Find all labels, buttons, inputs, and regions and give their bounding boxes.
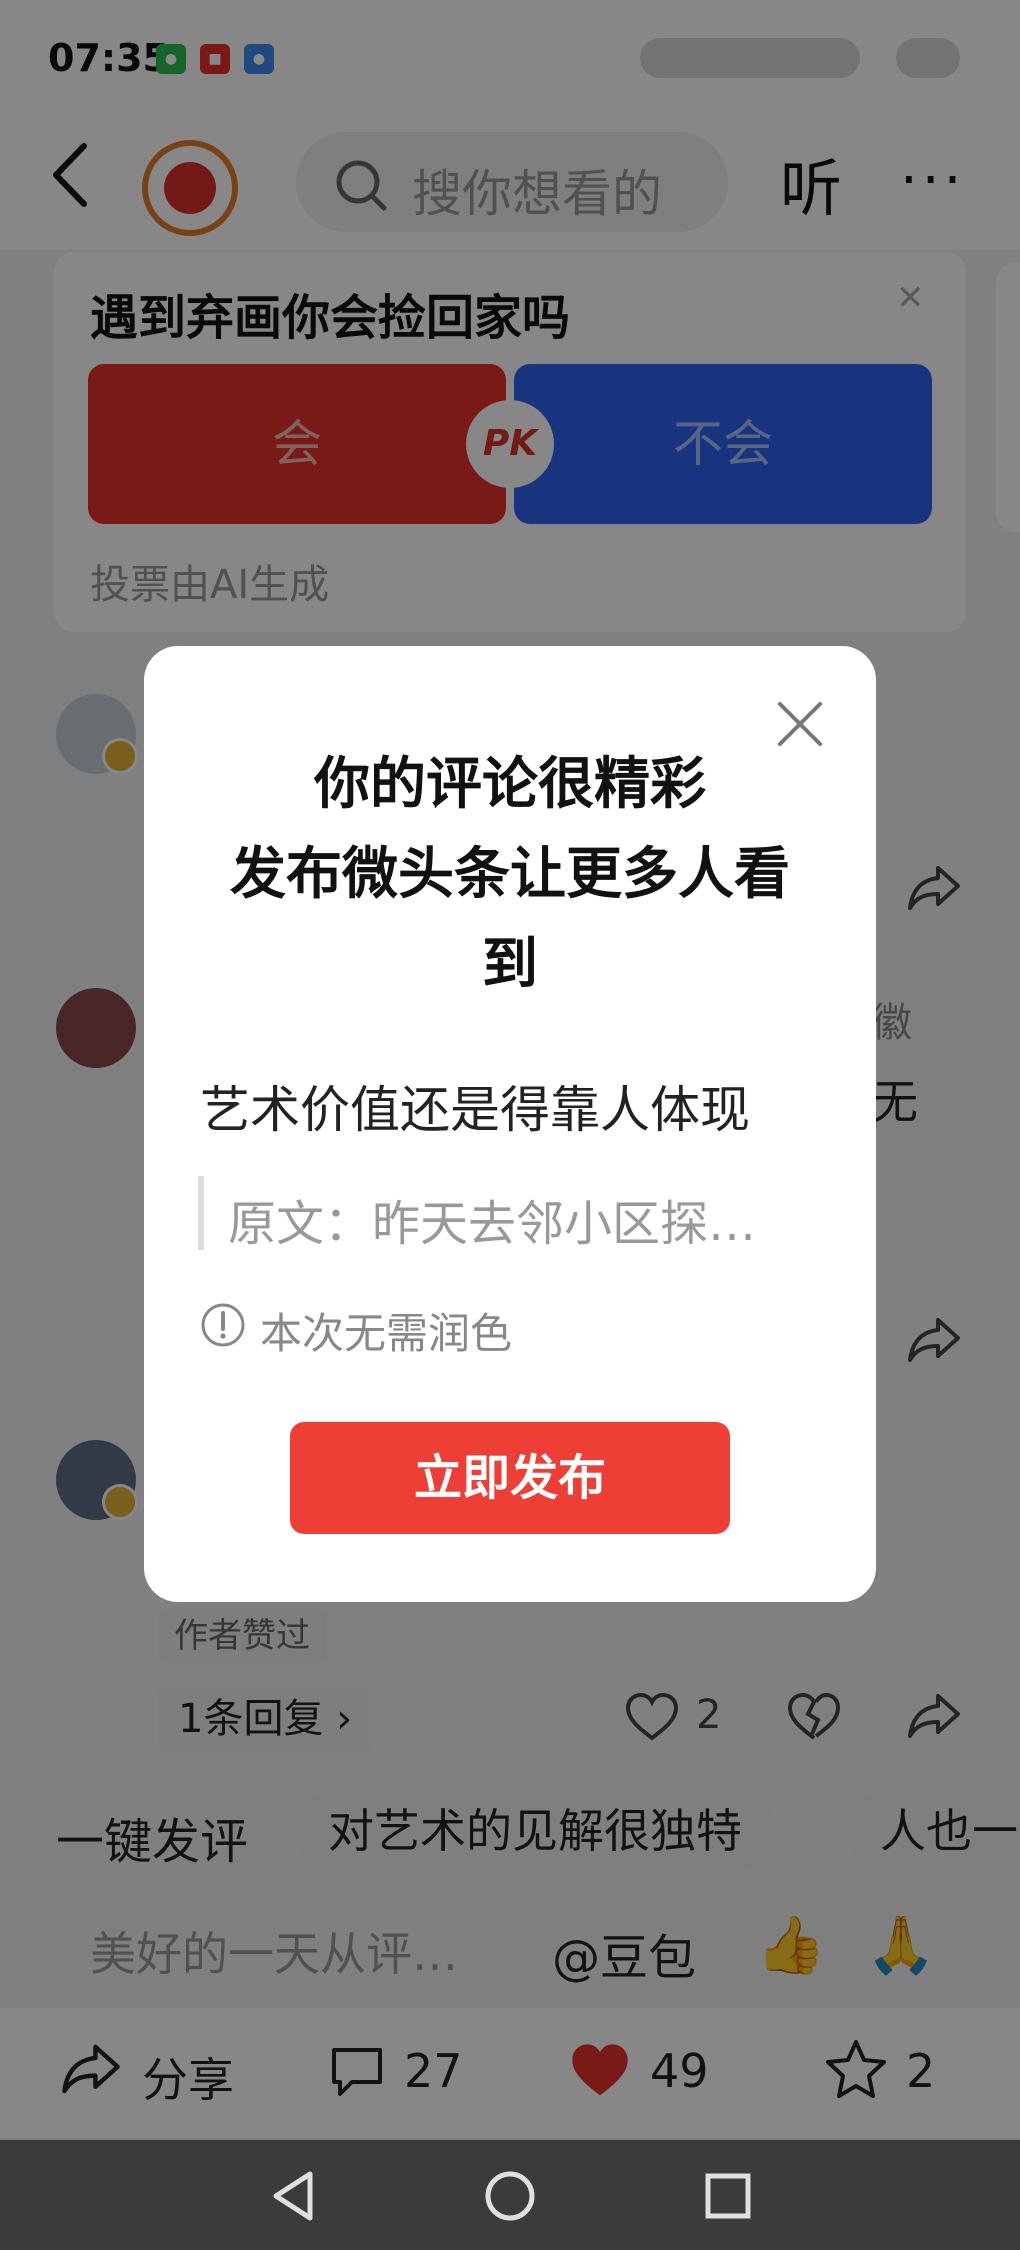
dialog-title: 你的评论很精彩 发布微头条让更多人看 到 <box>230 752 790 997</box>
nav-back-icon[interactable] <box>266 2168 322 2224</box>
quote-bar <box>198 1176 204 1250</box>
publish-now-button[interactable]: 立即发布 <box>290 1422 730 1534</box>
nav-home-icon[interactable] <box>482 2168 538 2224</box>
original-quote: 原文：昨天去邻小区探… <box>228 1196 757 1252</box>
nav-recents-icon[interactable] <box>700 2168 756 2224</box>
polish-info-text: 本次无需润色 <box>260 1309 513 1358</box>
info-icon <box>201 1303 245 1347</box>
dialog-comment-text: 艺术价值还是得靠人体现 <box>200 1081 750 1139</box>
